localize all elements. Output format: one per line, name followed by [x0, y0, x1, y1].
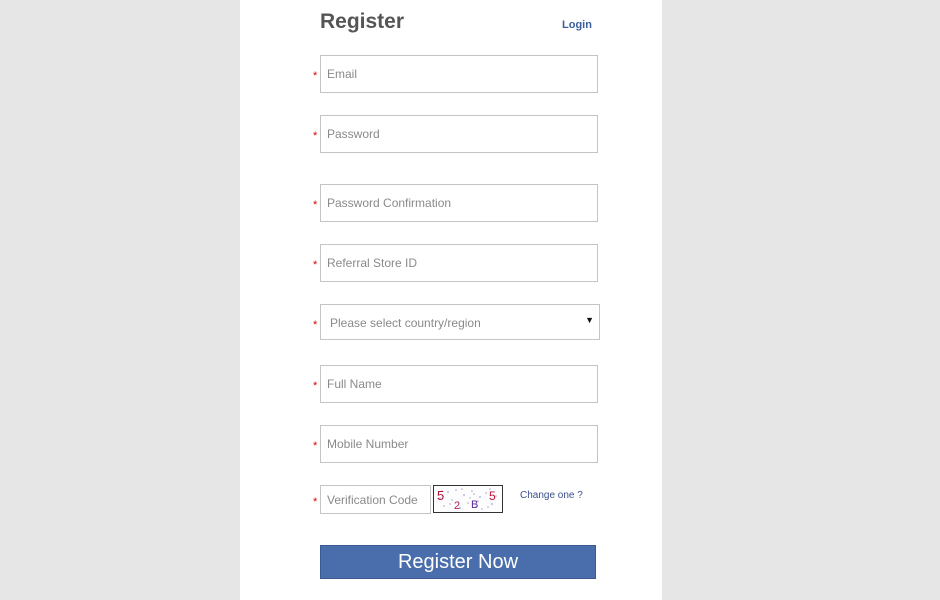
country-select-value: Please select country/region — [330, 316, 481, 330]
captcha-char: 5 — [489, 489, 496, 503]
referral-store-id-field[interactable] — [320, 244, 598, 282]
captcha-char: 2 — [454, 500, 460, 512]
required-marker: * — [313, 319, 318, 331]
required-marker: * — [313, 259, 318, 271]
change-captcha-link[interactable]: Change one ? — [520, 490, 583, 501]
email-field[interactable] — [320, 55, 598, 93]
full-name-field[interactable] — [320, 365, 598, 403]
mobile-number-field[interactable] — [320, 425, 598, 463]
login-link[interactable]: Login — [562, 19, 592, 31]
required-marker: * — [313, 70, 318, 82]
password-confirmation-field[interactable] — [320, 184, 598, 222]
required-marker: * — [313, 440, 318, 452]
required-marker: * — [313, 380, 318, 392]
password-field[interactable] — [320, 115, 598, 153]
required-marker: * — [313, 496, 318, 508]
required-marker: * — [313, 199, 318, 211]
captcha-char: B — [471, 499, 478, 511]
captcha-char: 5 — [437, 488, 444, 503]
page-title: Register — [320, 10, 405, 33]
country-region-select[interactable]: Please select country/region ▼ — [320, 304, 600, 340]
captcha-noise: 5 2 B 5 — [437, 488, 497, 512]
register-now-button[interactable]: Register Now — [320, 545, 596, 579]
required-marker: * — [313, 130, 318, 142]
dropdown-arrow-icon: ▼ — [585, 315, 594, 325]
captcha-image[interactable]: 5 2 B 5 — [433, 485, 503, 513]
verification-code-field[interactable] — [320, 485, 431, 514]
